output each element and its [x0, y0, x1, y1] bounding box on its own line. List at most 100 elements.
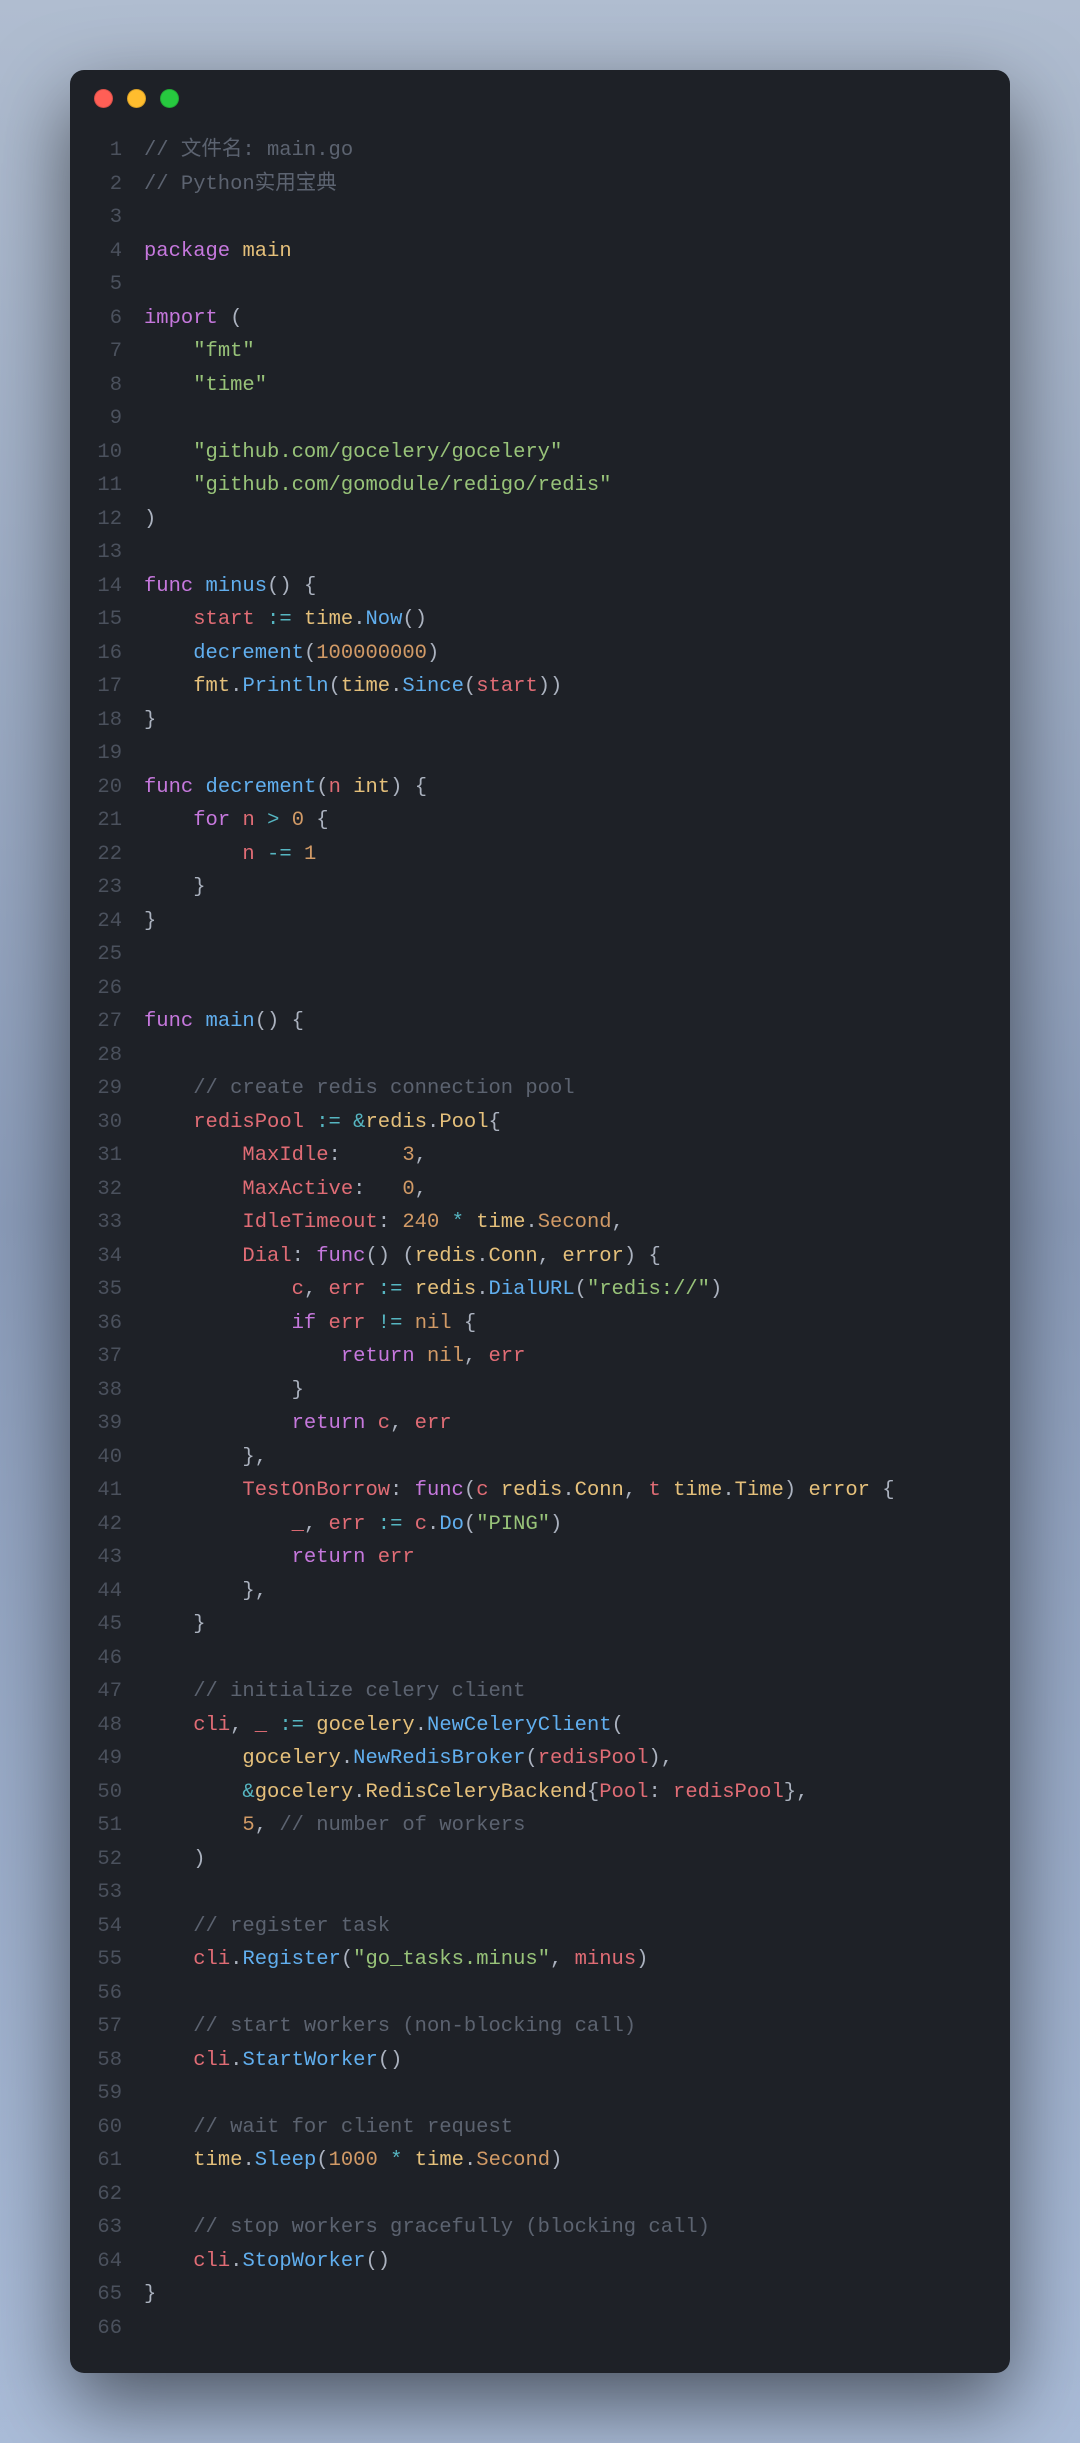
code-line[interactable]: [144, 2312, 980, 2346]
code-line[interactable]: [144, 1039, 980, 1073]
line-number: 38: [70, 1374, 122, 1408]
code-line[interactable]: }: [144, 871, 980, 905]
code-line[interactable]: TestOnBorrow: func(c redis.Conn, t time.…: [144, 1474, 980, 1508]
line-number: 21: [70, 804, 122, 838]
code-line[interactable]: ): [144, 503, 980, 537]
code-line[interactable]: "fmt": [144, 335, 980, 369]
code-line[interactable]: "github.com/gocelery/gocelery": [144, 436, 980, 470]
line-number: 12: [70, 503, 122, 537]
line-number: 52: [70, 1843, 122, 1877]
code-line[interactable]: return nil, err: [144, 1340, 980, 1374]
line-number: 13: [70, 536, 122, 570]
line-number: 40: [70, 1441, 122, 1475]
line-number: 16: [70, 637, 122, 671]
code-line[interactable]: decrement(100000000): [144, 637, 980, 671]
code-line[interactable]: cli.StopWorker(): [144, 2245, 980, 2279]
code-line[interactable]: ): [144, 1843, 980, 1877]
line-number: 10: [70, 436, 122, 470]
code-line[interactable]: MaxIdle: 3,: [144, 1139, 980, 1173]
maximize-icon[interactable]: [160, 89, 179, 108]
code-line[interactable]: [144, 1642, 980, 1676]
close-icon[interactable]: [94, 89, 113, 108]
code-line[interactable]: }: [144, 704, 980, 738]
code-line[interactable]: import (: [144, 302, 980, 336]
code-line[interactable]: func minus() {: [144, 570, 980, 604]
code-line[interactable]: 5, // number of workers: [144, 1809, 980, 1843]
titlebar: [70, 70, 1010, 126]
code-line[interactable]: // wait for client request: [144, 2111, 980, 2145]
code-line[interactable]: [144, 737, 980, 771]
code-line[interactable]: func main() {: [144, 1005, 980, 1039]
line-number: 56: [70, 1977, 122, 2011]
code-line[interactable]: [144, 1876, 980, 1910]
line-number: 60: [70, 2111, 122, 2145]
line-number: 41: [70, 1474, 122, 1508]
code-line[interactable]: Dial: func() (redis.Conn, error) {: [144, 1240, 980, 1274]
code-line[interactable]: MaxActive: 0,: [144, 1173, 980, 1207]
code-line[interactable]: package main: [144, 235, 980, 269]
code-line[interactable]: // stop workers gracefully (blocking cal…: [144, 2211, 980, 2245]
line-number: 55: [70, 1943, 122, 1977]
code-line[interactable]: redisPool := &redis.Pool{: [144, 1106, 980, 1140]
code-line[interactable]: }: [144, 1374, 980, 1408]
code-line[interactable]: [144, 536, 980, 570]
line-number: 19: [70, 737, 122, 771]
code-line[interactable]: for n > 0 {: [144, 804, 980, 838]
code-line[interactable]: cli.StartWorker(): [144, 2044, 980, 2078]
code-line[interactable]: fmt.Println(time.Since(start)): [144, 670, 980, 704]
code-line[interactable]: }: [144, 2278, 980, 2312]
line-number: 4: [70, 235, 122, 269]
code-line[interactable]: }: [144, 1608, 980, 1642]
code-line[interactable]: IdleTimeout: 240 * time.Second,: [144, 1206, 980, 1240]
code-line[interactable]: // register task: [144, 1910, 980, 1944]
line-number: 44: [70, 1575, 122, 1609]
code-line[interactable]: [144, 1977, 980, 2011]
code-line[interactable]: },: [144, 1441, 980, 1475]
code-line[interactable]: if err != nil {: [144, 1307, 980, 1341]
code-line[interactable]: cli.Register("go_tasks.minus", minus): [144, 1943, 980, 1977]
code-line[interactable]: },: [144, 1575, 980, 1609]
code-line[interactable]: // Python实用宝典: [144, 168, 980, 202]
line-number: 8: [70, 369, 122, 403]
line-number: 35: [70, 1273, 122, 1307]
code-line[interactable]: "time": [144, 369, 980, 403]
line-number: 27: [70, 1005, 122, 1039]
code-line[interactable]: [144, 201, 980, 235]
line-number: 31: [70, 1139, 122, 1173]
code-content[interactable]: // 文件名: main.go// Python实用宝典 package mai…: [144, 134, 1010, 2345]
line-number: 63: [70, 2211, 122, 2245]
code-line[interactable]: [144, 938, 980, 972]
line-number: 28: [70, 1039, 122, 1073]
code-line[interactable]: cli, _ := gocelery.NewCeleryClient(: [144, 1709, 980, 1743]
code-line[interactable]: gocelery.NewRedisBroker(redisPool),: [144, 1742, 980, 1776]
line-number: 53: [70, 1876, 122, 1910]
code-line[interactable]: [144, 268, 980, 302]
code-line[interactable]: // 文件名: main.go: [144, 134, 980, 168]
code-line[interactable]: start := time.Now(): [144, 603, 980, 637]
code-line[interactable]: // initialize celery client: [144, 1675, 980, 1709]
code-line[interactable]: return err: [144, 1541, 980, 1575]
code-line[interactable]: &gocelery.RedisCeleryBackend{Pool: redis…: [144, 1776, 980, 1810]
code-line[interactable]: // start workers (non-blocking call): [144, 2010, 980, 2044]
line-number: 7: [70, 335, 122, 369]
code-line[interactable]: return c, err: [144, 1407, 980, 1441]
line-number: 22: [70, 838, 122, 872]
line-number: 18: [70, 704, 122, 738]
line-number: 30: [70, 1106, 122, 1140]
minimize-icon[interactable]: [127, 89, 146, 108]
code-line[interactable]: time.Sleep(1000 * time.Second): [144, 2144, 980, 2178]
code-line[interactable]: _, err := c.Do("PING"): [144, 1508, 980, 1542]
code-line[interactable]: "github.com/gomodule/redigo/redis": [144, 469, 980, 503]
code-line[interactable]: c, err := redis.DialURL("redis://"): [144, 1273, 980, 1307]
code-line[interactable]: [144, 2077, 980, 2111]
line-number: 5: [70, 268, 122, 302]
code-line[interactable]: [144, 972, 980, 1006]
code-line[interactable]: func decrement(n int) {: [144, 771, 980, 805]
code-line[interactable]: // create redis connection pool: [144, 1072, 980, 1106]
code-line[interactable]: [144, 402, 980, 436]
code-line[interactable]: [144, 2178, 980, 2212]
code-line[interactable]: }: [144, 905, 980, 939]
code-area[interactable]: 1234567891011121314151617181920212223242…: [70, 126, 1010, 2373]
code-line[interactable]: n -= 1: [144, 838, 980, 872]
line-number: 61: [70, 2144, 122, 2178]
